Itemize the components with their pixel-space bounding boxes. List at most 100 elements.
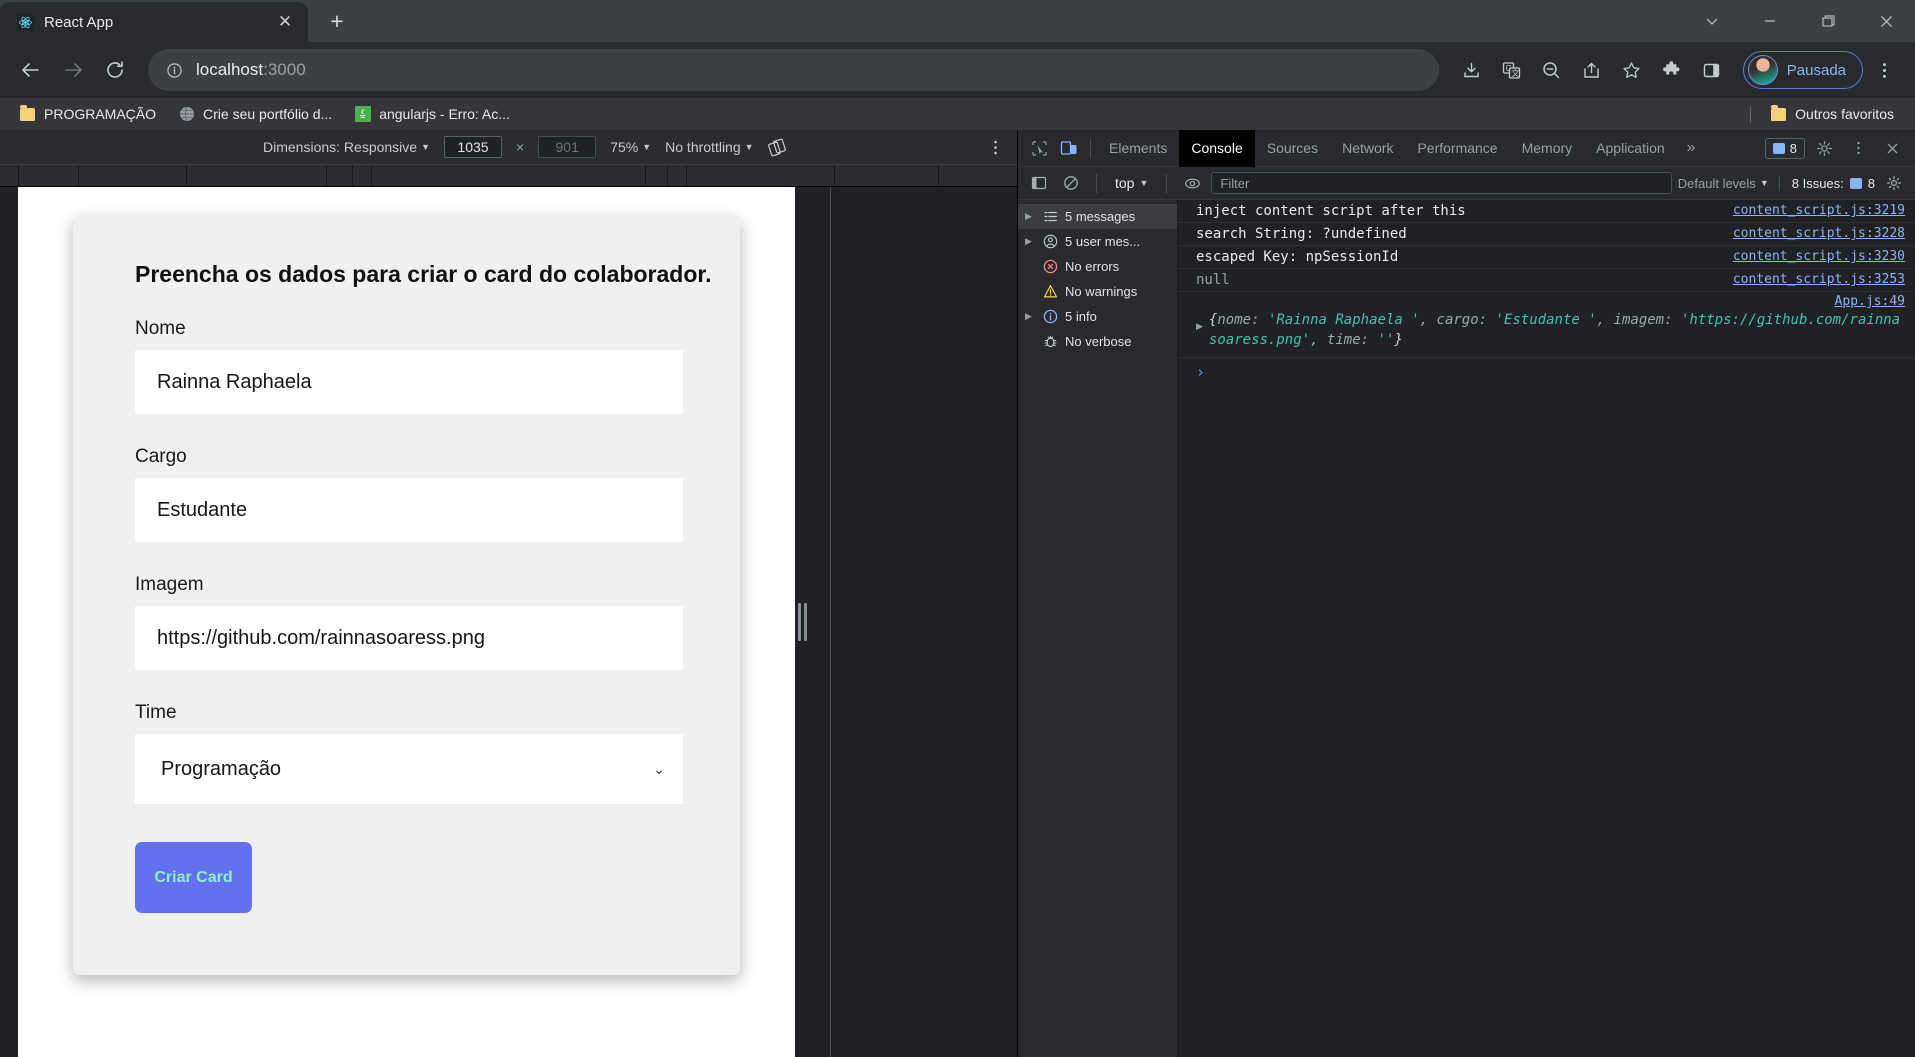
list-icon <box>1041 209 1059 224</box>
nome-input[interactable]: Rainna Raphaela <box>135 350 683 414</box>
log-source-link[interactable]: content_script.js:3230 <box>1733 249 1905 264</box>
throttling-dropdown[interactable]: No throttling ▼ <box>665 139 753 155</box>
reload-icon[interactable] <box>96 51 134 89</box>
chevron-down-icon: ▼ <box>1139 178 1149 188</box>
log-source-link[interactable]: App.js:49 <box>1835 294 1905 309</box>
translate-icon[interactable]: G文 <box>1493 51 1531 89</box>
zoom-dropdown[interactable]: 75% ▼ <box>610 139 651 155</box>
maximize-icon[interactable] <box>1799 0 1857 42</box>
zoom-out-icon[interactable] <box>1533 51 1571 89</box>
chevron-down-icon[interactable] <box>1683 0 1741 42</box>
close-icon[interactable] <box>1877 133 1907 163</box>
tab-close-icon[interactable]: ✕ <box>272 9 298 35</box>
tab-performance[interactable]: Performance <box>1405 130 1509 167</box>
minimize-icon[interactable] <box>1741 0 1799 42</box>
viewport-resize-handle[interactable] <box>795 187 809 1057</box>
console-sidebar-icon[interactable] <box>1026 170 1052 196</box>
profile-chip[interactable]: Pausada <box>1742 51 1863 89</box>
field-label: Imagem <box>135 574 204 595</box>
bookmark-angularjs[interactable]: angularjs - Erro: Ac... <box>345 103 519 126</box>
log-source-link[interactable]: content_script.js:3228 <box>1733 226 1905 241</box>
chevron-down-icon: ⌄ <box>653 760 665 777</box>
issues-link[interactable]: 8 Issues: 8 <box>1778 175 1875 191</box>
tab-sources[interactable]: Sources <box>1255 130 1330 167</box>
bookmark-programacao[interactable]: PROGRAMAÇÃO <box>10 103 165 126</box>
tab-elements[interactable]: Elements <box>1097 130 1179 167</box>
console-log-row[interactable]: search String: ?undefined content_script… <box>1178 223 1915 246</box>
sidebar-item-info[interactable]: ▶ 5 info <box>1018 304 1177 329</box>
browser-tab-react-app[interactable]: React App ✕ <box>0 2 308 42</box>
side-panel-icon[interactable] <box>1693 51 1731 89</box>
back-arrow-icon[interactable] <box>12 51 50 89</box>
url-host: localhost <box>196 60 264 79</box>
expand-arrow-icon[interactable]: ▶ <box>1196 310 1203 332</box>
log-source-link[interactable]: content_script.js:3253 <box>1733 272 1905 287</box>
sidebar-item-user-messages[interactable]: ▶ 5 user mes... <box>1018 229 1177 254</box>
more-tabs-icon[interactable]: » <box>1677 139 1706 157</box>
expand-arrow-icon[interactable]: ▶ <box>1022 311 1035 322</box>
three-dot-menu-icon[interactable] <box>988 139 1003 156</box>
other-bookmarks-button[interactable]: Outros favoritos <box>1761 103 1903 126</box>
console-log-row[interactable]: inject content script after this content… <box>1178 200 1915 223</box>
console-log-row[interactable]: null content_script.js:3253 <box>1178 269 1915 292</box>
other-bookmarks-label: Outros favoritos <box>1795 106 1894 122</box>
log-source-link[interactable]: content_script.js:3219 <box>1733 203 1905 218</box>
window-controls <box>1683 0 1915 42</box>
sidebar-item-verbose[interactable]: No verbose <box>1018 329 1177 354</box>
cargo-input[interactable]: Estudante <box>135 478 683 542</box>
time-select[interactable]: Programação ⌄ <box>135 734 683 804</box>
three-dot-menu-icon[interactable] <box>1843 133 1873 163</box>
console-log-row[interactable]: escaped Key: npSessionId content_script.… <box>1178 246 1915 269</box>
criar-card-button[interactable]: Criar Card <box>135 842 252 913</box>
tab-network[interactable]: Network <box>1330 130 1405 167</box>
obj-value: '' <box>1377 332 1395 349</box>
sidebar-item-messages[interactable]: ▶ 5 messages <box>1018 204 1177 229</box>
bookmark-portfolio[interactable]: Crie seu portfólio d... <box>169 103 341 126</box>
console-filter-input[interactable]: Filter <box>1211 172 1672 194</box>
gear-icon[interactable] <box>1881 170 1907 196</box>
share-icon[interactable] <box>1573 51 1611 89</box>
install-icon[interactable] <box>1453 51 1491 89</box>
rotate-icon[interactable] <box>767 138 787 157</box>
obj-key: , imagem: <box>1596 312 1681 328</box>
execution-context-selector[interactable]: top ▼ <box>1109 175 1154 191</box>
new-tab-button[interactable]: + <box>320 4 354 38</box>
zoom-level: 75% <box>610 139 639 155</box>
sidebar-item-warnings[interactable]: No warnings <box>1018 279 1177 304</box>
bookmark-star-icon[interactable] <box>1613 51 1651 89</box>
inspect-element-icon[interactable] <box>1024 133 1054 163</box>
live-expression-icon[interactable] <box>1179 170 1205 196</box>
emulated-viewport: Preencha os dados para criar o card do c… <box>18 187 795 1057</box>
console-prompt[interactable]: › <box>1178 358 1915 386</box>
issues-icon <box>1849 177 1862 189</box>
tab-application[interactable]: Application <box>1584 130 1677 167</box>
gear-icon[interactable] <box>1809 133 1839 163</box>
console-object-row[interactable]: App.js:49 ▶ {nome: 'Rainna Raphaela ', c… <box>1178 292 1915 358</box>
viewport-height-input[interactable]: 901 <box>538 136 597 158</box>
issues-text: 8 Issues: <box>1791 175 1844 191</box>
url-text: localhost:3000 <box>196 60 306 80</box>
dimensions-dropdown[interactable]: Dimensions: Responsive ▼ <box>263 139 430 155</box>
viewport-width-input[interactable]: 1035 <box>444 136 502 158</box>
clear-console-icon[interactable] <box>1058 170 1084 196</box>
chevron-down-icon: ▼ <box>642 142 652 152</box>
close-icon[interactable] <box>1857 0 1915 42</box>
tab-memory[interactable]: Memory <box>1510 130 1585 167</box>
site-info-icon[interactable] <box>164 60 184 80</box>
extensions-puzzle-icon[interactable] <box>1653 51 1691 89</box>
three-dot-menu-icon[interactable] <box>1865 51 1903 89</box>
address-bar[interactable]: localhost:3000 <box>148 49 1439 91</box>
log-levels-dropdown[interactable]: Default levels ▼ <box>1678 176 1769 191</box>
issues-badge[interactable]: 8 <box>1764 137 1805 159</box>
console-sidebar: ▶ 5 messages ▶ 5 user mes... No errors N… <box>1018 200 1178 1057</box>
error-icon <box>1041 259 1059 274</box>
expand-arrow-icon[interactable]: ▶ <box>1022 211 1035 222</box>
tab-strip: React App ✕ + <box>0 0 1915 42</box>
imagem-input[interactable]: https://github.com/rainnasoaress.png <box>135 606 683 670</box>
java-icon <box>354 106 371 123</box>
forward-arrow-icon[interactable] <box>54 51 92 89</box>
device-toolbar-icon[interactable] <box>1054 133 1084 163</box>
tab-console[interactable]: Console <box>1179 129 1255 167</box>
expand-arrow-icon[interactable]: ▶ <box>1022 236 1035 247</box>
sidebar-item-errors[interactable]: No errors <box>1018 254 1177 279</box>
